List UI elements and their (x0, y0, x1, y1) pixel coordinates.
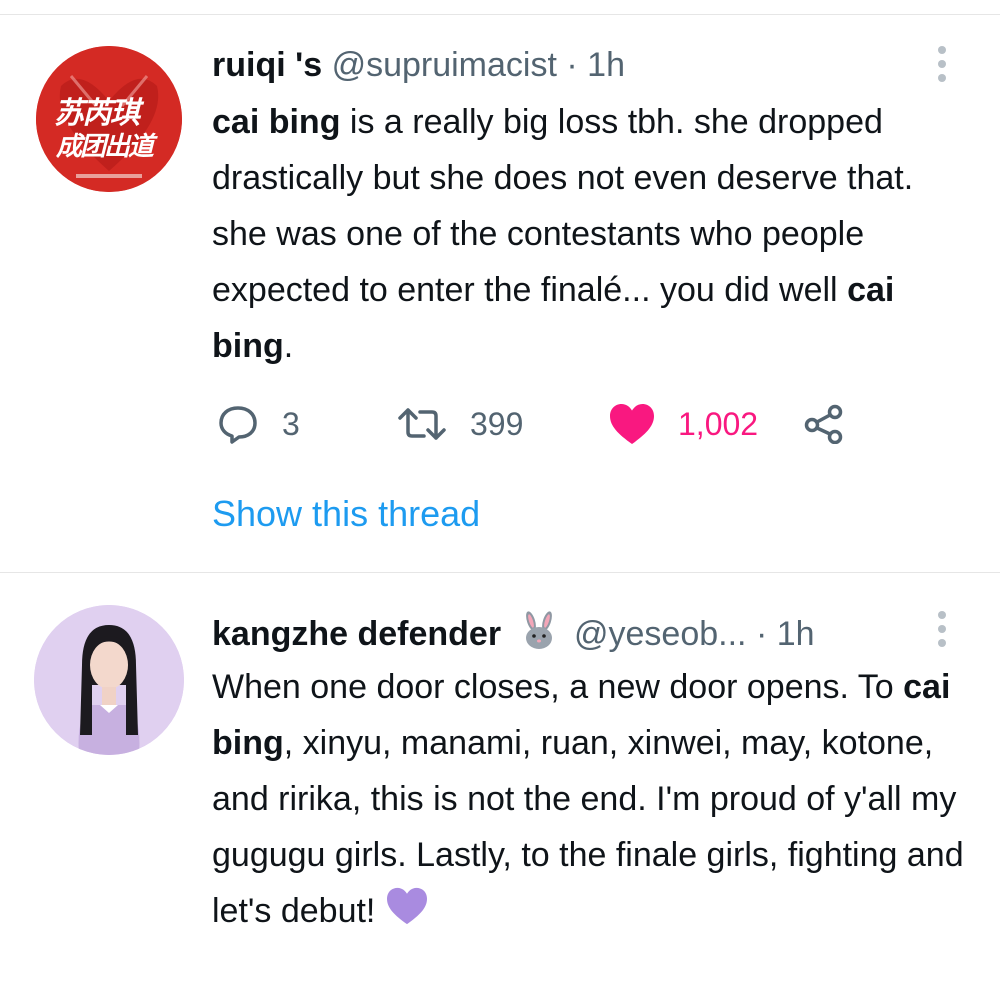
tweet-header: kangzhe defender @yeseob... · 1h (212, 611, 815, 655)
timestamp[interactable]: 1h (777, 615, 815, 653)
retweet-button[interactable]: 399 (398, 400, 523, 448)
avatar-text-line2: 成团出道 (56, 132, 154, 162)
separator-dot: · (566, 46, 578, 84)
reply-button[interactable]: 3 (218, 400, 300, 448)
tweet-1[interactable]: 苏芮琪 成团出道 ruiqi 's @supruimacist · 1h cai… (0, 0, 1000, 570)
share-button[interactable] (804, 400, 844, 448)
like-count: 1,002 (678, 405, 759, 442)
show-thread-link[interactable]: Show this thread (212, 492, 480, 536)
retweet-count: 399 (470, 405, 524, 442)
heart-icon (610, 404, 654, 444)
avatar[interactable]: 苏芮琪 成团出道 (36, 46, 182, 192)
purple-heart-icon (387, 887, 428, 925)
display-name[interactable]: ruiqi 's (212, 46, 322, 84)
like-button[interactable]: 1,002 (608, 400, 758, 448)
action-bar: 3 399 1,002 (212, 400, 912, 448)
tweet-2[interactable]: kangzhe defender @yeseob... · 1h When on… (0, 573, 1000, 1006)
share-icon (804, 404, 843, 444)
reply-icon (219, 406, 257, 444)
text-segment: , xinyu, manami, ruan, xinwei, may, koto… (212, 724, 964, 930)
reply-count: 3 (282, 405, 300, 442)
text-segment: . (283, 327, 294, 365)
tweet-header: ruiqi 's @supruimacist · 1h (212, 44, 625, 86)
handle[interactable]: @supruimacist (332, 46, 557, 84)
avatar-image (34, 605, 184, 755)
more-options-icon[interactable] (932, 611, 952, 653)
tweet-text: When one door closes, a new door opens. … (212, 659, 972, 939)
timestamp[interactable]: 1h (587, 46, 625, 84)
avatar[interactable] (34, 605, 184, 755)
rabbit-icon (525, 611, 552, 649)
more-options-icon[interactable] (932, 46, 952, 88)
retweet-icon (398, 408, 446, 440)
display-name[interactable]: kangzhe defender (212, 615, 501, 653)
separator-dot: · (755, 615, 768, 653)
text-segment: When one door closes, a new door opens. … (212, 668, 904, 706)
tweet-text: cai bing is a really big loss tbh. she d… (212, 94, 972, 374)
handle[interactable]: @yeseob... (574, 615, 747, 653)
mention-text: cai bing (212, 103, 341, 141)
